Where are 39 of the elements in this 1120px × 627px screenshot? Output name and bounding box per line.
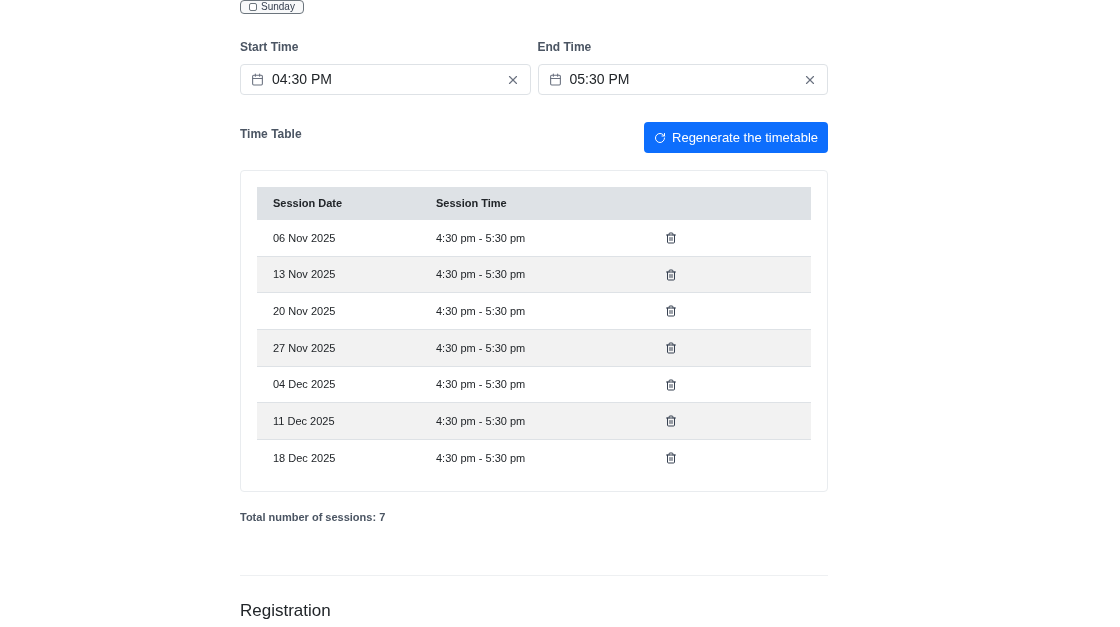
time-field[interactable]: 04:30 PM [240,64,531,95]
trash-icon[interactable] [665,341,677,354]
time-value: 05:30 PM [569,70,631,89]
date-cell-text: 04 Dec 2025 [272,377,337,393]
date-cell-text: 06 Nov 2025 [272,230,337,246]
field-label: End Time [537,39,593,56]
trash-icon[interactable] [665,452,677,465]
time-cell-text: 4:30 pm - 5:30 pm [436,267,527,283]
date-cell-text: 20 Nov 2025 [272,303,337,319]
calendar-icon [548,73,562,86]
day-label: Sunday [261,2,295,12]
time-cell-text: 4:30 pm - 5:30 pm [436,377,527,393]
section-title: Time Table [240,126,302,143]
trash-icon[interactable] [665,378,677,391]
time-field[interactable]: 05:30 PM [537,64,828,95]
trash-icon[interactable] [665,305,677,318]
date-cell-text: 13 Nov 2025 [272,267,337,283]
regenerate-button[interactable]: Regenerate the timetable [644,122,828,153]
time-value: 04:30 PM [272,70,333,89]
field-label: Start Time [240,39,300,56]
date-cell-text: 18 Dec 2025 [272,451,337,467]
trash-icon[interactable] [665,268,677,281]
time-cell-text: 4:30 pm - 5:30 pm [436,303,527,319]
session-total: Total number of sessions: 7 [240,509,387,525]
section-heading: Registration [240,600,332,623]
date-cell-text: 27 Nov 2025 [272,340,337,356]
date-cell-text: 11 Dec 2025 [272,414,336,430]
time-cell-text: 4:30 pm - 5:30 pm [436,230,527,246]
time-cell-text: 4:30 pm - 5:30 pm [436,414,527,430]
checkbox[interactable] [249,3,257,11]
column-header: Session Date [272,196,344,212]
trash-icon[interactable] [665,231,677,244]
refresh-icon [654,131,666,144]
time-cell-text: 4:30 pm - 5:30 pm [436,340,527,356]
day-chip[interactable]: Sunday [240,0,304,14]
time-cell-text: 4:30 pm - 5:30 pm [436,451,527,467]
calendar-icon [251,73,264,86]
column-header: Session Time [436,196,508,212]
trash-icon[interactable] [665,415,677,428]
